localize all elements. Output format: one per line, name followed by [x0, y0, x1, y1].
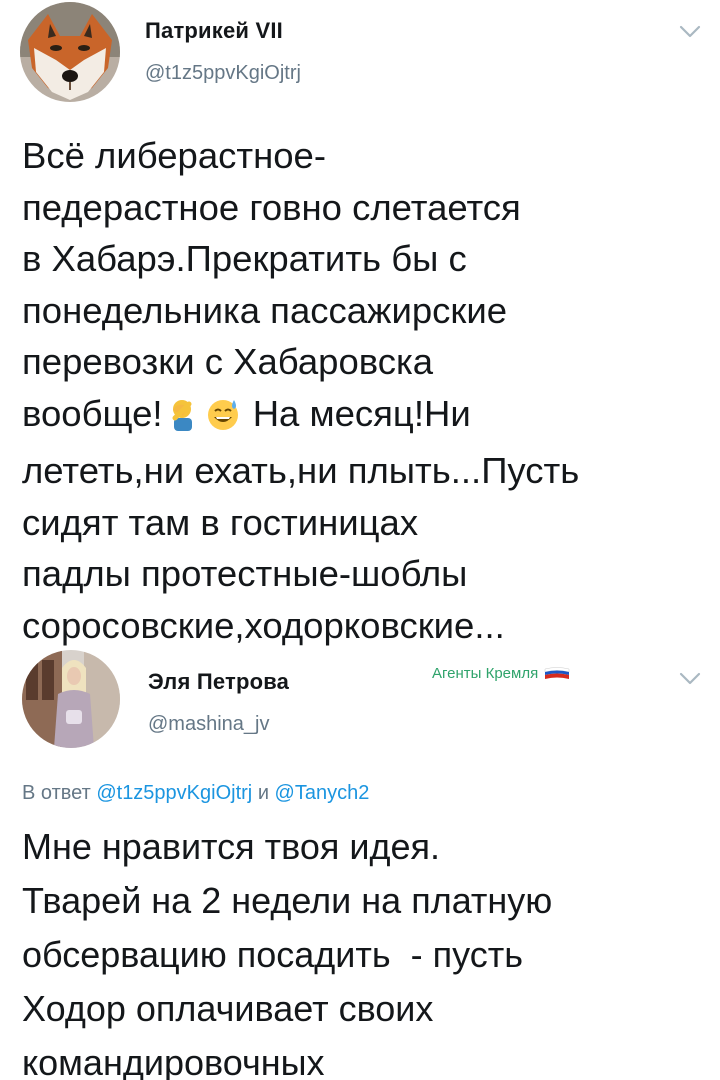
- reply-mention-link[interactable]: @t1z5ppvKgiOjtrj: [96, 782, 252, 804]
- reply-conjunction: и: [257, 782, 269, 804]
- tweet-1: Патрикей VII @t1z5ppvKgiOjtrj Всё либера…: [0, 0, 720, 646]
- tweet-text-line: перевозки с Хабаровска: [22, 341, 434, 382]
- reply-prefix: В ответ: [22, 782, 91, 804]
- fox-avatar-icon[interactable]: [20, 2, 120, 102]
- tweet-text-line: в Хабарэ.Прекратить бы с: [22, 238, 467, 279]
- chevron-down-icon[interactable]: [679, 672, 701, 686]
- profile-badge: Агенты Кремля: [432, 665, 570, 682]
- tweet-text-line: Мне нравится твоя идея.: [22, 826, 440, 867]
- reply-mention-link[interactable]: @Tanych2: [275, 782, 370, 804]
- author-handle[interactable]: @t1z5ppvKgiOjtrj: [145, 62, 301, 85]
- tweet-text-line: Всё либерастное-: [22, 135, 326, 176]
- tweet-text-line: педерастное говно слетается: [22, 186, 521, 228]
- tweet-text-segment: На месяц!Ни: [252, 392, 471, 434]
- tweet-text-line: Тварей на 2 недели на платную: [22, 880, 553, 921]
- tweet-text-line: падлы протестные-шоблы: [22, 553, 468, 594]
- tweet-text-line: сидят там в гостиницах: [22, 501, 419, 543]
- tweet-text-segment: вообще!: [22, 392, 163, 434]
- tweet-text: Всё либерастное- педерастное говно слета…: [22, 130, 712, 651]
- tweet-text-line: соросовские,ходорковские...: [22, 604, 505, 646]
- tweet-text-line: понедельника пассажирские: [22, 289, 508, 331]
- tweet-2: Эля Петрова @mashina_jv Агенты Кремля В …: [0, 645, 720, 1080]
- tweet-text-line: Ходор оплачивает своих: [22, 988, 434, 1029]
- author-handle[interactable]: @mashina_jv: [148, 713, 269, 736]
- author-name[interactable]: Эля Петрова: [148, 669, 289, 695]
- sweat-smile-emoji-icon: [205, 394, 241, 446]
- tweet-text-line: командировочных: [22, 1042, 325, 1080]
- tweet-text-line-with-emoji: вообще! На месяц!Ни: [22, 388, 712, 446]
- woman-avatar-icon[interactable]: [22, 650, 120, 748]
- chevron-down-icon[interactable]: [679, 25, 701, 39]
- author-name[interactable]: Патрикей VII: [145, 18, 283, 44]
- tweet-text: Мне нравится твоя идея. Тварей на 2 неде…: [22, 820, 712, 1080]
- facepalm-emoji-icon: [165, 394, 201, 446]
- badge-label: Агенты Кремля: [432, 665, 539, 682]
- tweet-text-line: обсервацию посадить - пусть: [22, 934, 523, 975]
- russia-flag-icon: [544, 666, 570, 681]
- tweet-text-line: лететь,ни ехать,ни плыть...Пусть: [22, 450, 580, 491]
- reply-context: В ответ @t1z5ppvKgiOjtrj и @Tanych2: [22, 782, 369, 805]
